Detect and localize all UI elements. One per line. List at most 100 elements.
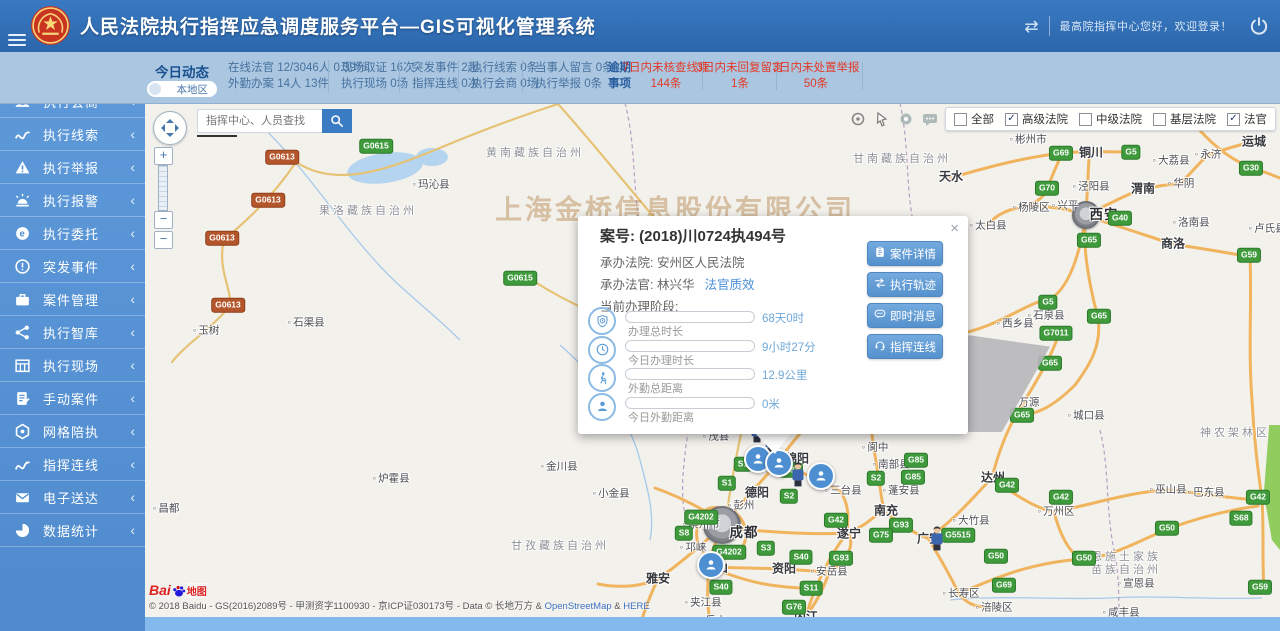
filter-中级法院[interactable]: 中级法院 [1079,111,1142,127]
region-toggle[interactable]: 本地区 [147,81,217,97]
map-label: 巴东县 [1187,485,1224,500]
sidebar-item-clue[interactable]: 执行线索‹ [0,118,145,151]
metric-label: 今日办理时长 [628,352,694,368]
road-number-badge: G85 [904,453,928,468]
map-canvas[interactable]: 上海金桥信息股份有限公司 + − − 全部✓高级法院中级法院基层法院✓法官 [145,103,1280,631]
checkbox-icon[interactable] [1153,113,1166,126]
stats-icon [14,522,31,539]
map-label: 甘孜藏族自治州 [511,537,609,553]
sidebar-item-thinktank[interactable]: 执行智库‹ [0,316,145,349]
checkbox-icon[interactable]: ✓ [1227,113,1240,126]
filter-法官[interactable]: ✓法官 [1227,111,1267,127]
zoom-slider[interactable] [158,165,168,211]
zoom-in-button[interactable]: + [154,147,173,165]
sidebar-item-stats[interactable]: 数据统计‹ [0,514,145,547]
officer-marker[interactable] [697,551,725,579]
delivery-icon [14,489,31,506]
road-number-badge: G65 [1087,309,1111,324]
zoom-out-secondary-button[interactable]: − [154,231,173,249]
road-number-badge: G69 [1049,146,1073,161]
sidebar-item-scene[interactable]: 执行现场‹ [0,349,145,382]
sidebar-item-manual[interactable]: 手动案件‹ [0,382,145,415]
chevron-icon: ‹ [130,489,135,505]
sidebar-item-case[interactable]: 案件管理‹ [0,283,145,316]
map-label: 彬州市 [1009,132,1046,147]
checkbox-icon[interactable] [954,113,967,126]
sidebar-item-label: 案件管理 [43,290,130,309]
judge-figure-marker[interactable] [792,462,805,486]
metric-value: 9小时27分 [762,339,816,355]
map-pan-control[interactable] [153,111,187,145]
logout-power-icon[interactable] [1248,15,1270,37]
sidebar-item-delivery[interactable]: 电子送达‹ [0,481,145,514]
map-label: 卢氏县 [1248,221,1280,236]
road-number-badge: S1 [718,476,736,491]
locate-icon[interactable] [849,110,867,128]
cursor-icon[interactable] [873,110,891,128]
map-label: 铜川 [1079,144,1103,161]
sidebar-item-label: 执行现场 [43,356,130,375]
road-number-badge: G0613 [205,231,239,246]
pan-right-icon[interactable] [175,124,183,132]
track-button[interactable]: 执行轨迹 [867,272,943,297]
judge-performance-link[interactable]: 法官质效 [704,278,754,292]
officer-marker[interactable] [765,449,793,477]
judge-figure-marker[interactable] [931,526,944,550]
road-number-badge: S2 [780,489,798,504]
map-label: 昌都 [153,501,180,516]
pan-up-icon[interactable] [166,115,174,123]
officer-marker[interactable] [807,462,835,490]
search-button[interactable] [322,109,352,133]
map-label: 西乡县 [996,316,1033,331]
close-icon[interactable]: × [950,220,959,237]
metric-row: 12.9公里外勤总距离 [588,368,878,396]
here-link[interactable]: HERE [623,601,649,612]
sidebar-item-label: 执行举报 [43,158,130,177]
map-label: 炉霍县 [372,471,409,486]
pan-left-icon[interactable] [157,124,165,132]
chat-button[interactable]: 即时消息 [867,303,943,328]
search-input[interactable] [197,109,322,133]
road-number-badge: G59 [1248,580,1272,595]
sidebar-item-grid[interactable]: 网格陪执‹ [0,415,145,448]
metric-progressbar [625,397,755,409]
case-detail-button[interactable]: 案件详情 [867,241,943,266]
road-number-badge: G75 [869,528,893,543]
filter-高级法院[interactable]: ✓高级法院 [1005,111,1068,127]
osm-link[interactable]: OpenStreetMap [545,601,612,612]
chevron-icon: ‹ [130,522,135,538]
road-number-badge: G42 [995,478,1019,493]
road-number-badge: G5515 [941,528,975,543]
case-icon [14,291,31,308]
map-label: 果洛藏族自治州 [319,202,417,218]
connect-button[interactable]: 指挥连线 [867,334,943,359]
sidebar-item-report[interactable]: 执行举报‹ [0,151,145,184]
map-label: 运城 [1242,133,1266,150]
pan-down-icon[interactable] [166,133,174,141]
chat-bubble-icon[interactable] [921,110,939,128]
filter-基层法院[interactable]: 基层法院 [1153,111,1216,127]
map-label: 商洛 [1161,235,1185,252]
road-number-badge: G7011 [1039,326,1072,341]
road-number-badge: S3 [757,541,775,556]
sidebar-item-alarm[interactable]: 执行报警‹ [0,184,145,217]
road-number-badge: S2 [867,471,885,486]
sidebar-item-emergency[interactable]: 突发事件‹ [0,250,145,283]
sidebar-item-command[interactable]: 指挥连线‹ [0,448,145,481]
chevron-icon: ‹ [130,291,135,307]
metric-row: 68天0时办理总时长 [588,311,878,339]
menu-toggle-icon[interactable] [8,31,28,47]
road-number-badge: G50 [1072,551,1096,566]
map-label: 洛南县 [1172,215,1209,230]
road-number-badge: G4202 [684,510,718,525]
switch-icon[interactable]: ⇄ [1024,18,1038,35]
map-label: 玛沁县 [412,177,449,192]
map-label: 天水 [939,168,963,185]
checkbox-icon[interactable] [1079,113,1092,126]
sidebar-item-entrust[interactable]: e执行委托‹ [0,217,145,250]
target-icon[interactable] [897,110,915,128]
checkbox-icon[interactable]: ✓ [1005,113,1018,126]
zoom-out-button[interactable]: − [154,211,173,229]
filter-全部[interactable]: 全部 [954,111,994,127]
clock-icon [588,336,616,364]
